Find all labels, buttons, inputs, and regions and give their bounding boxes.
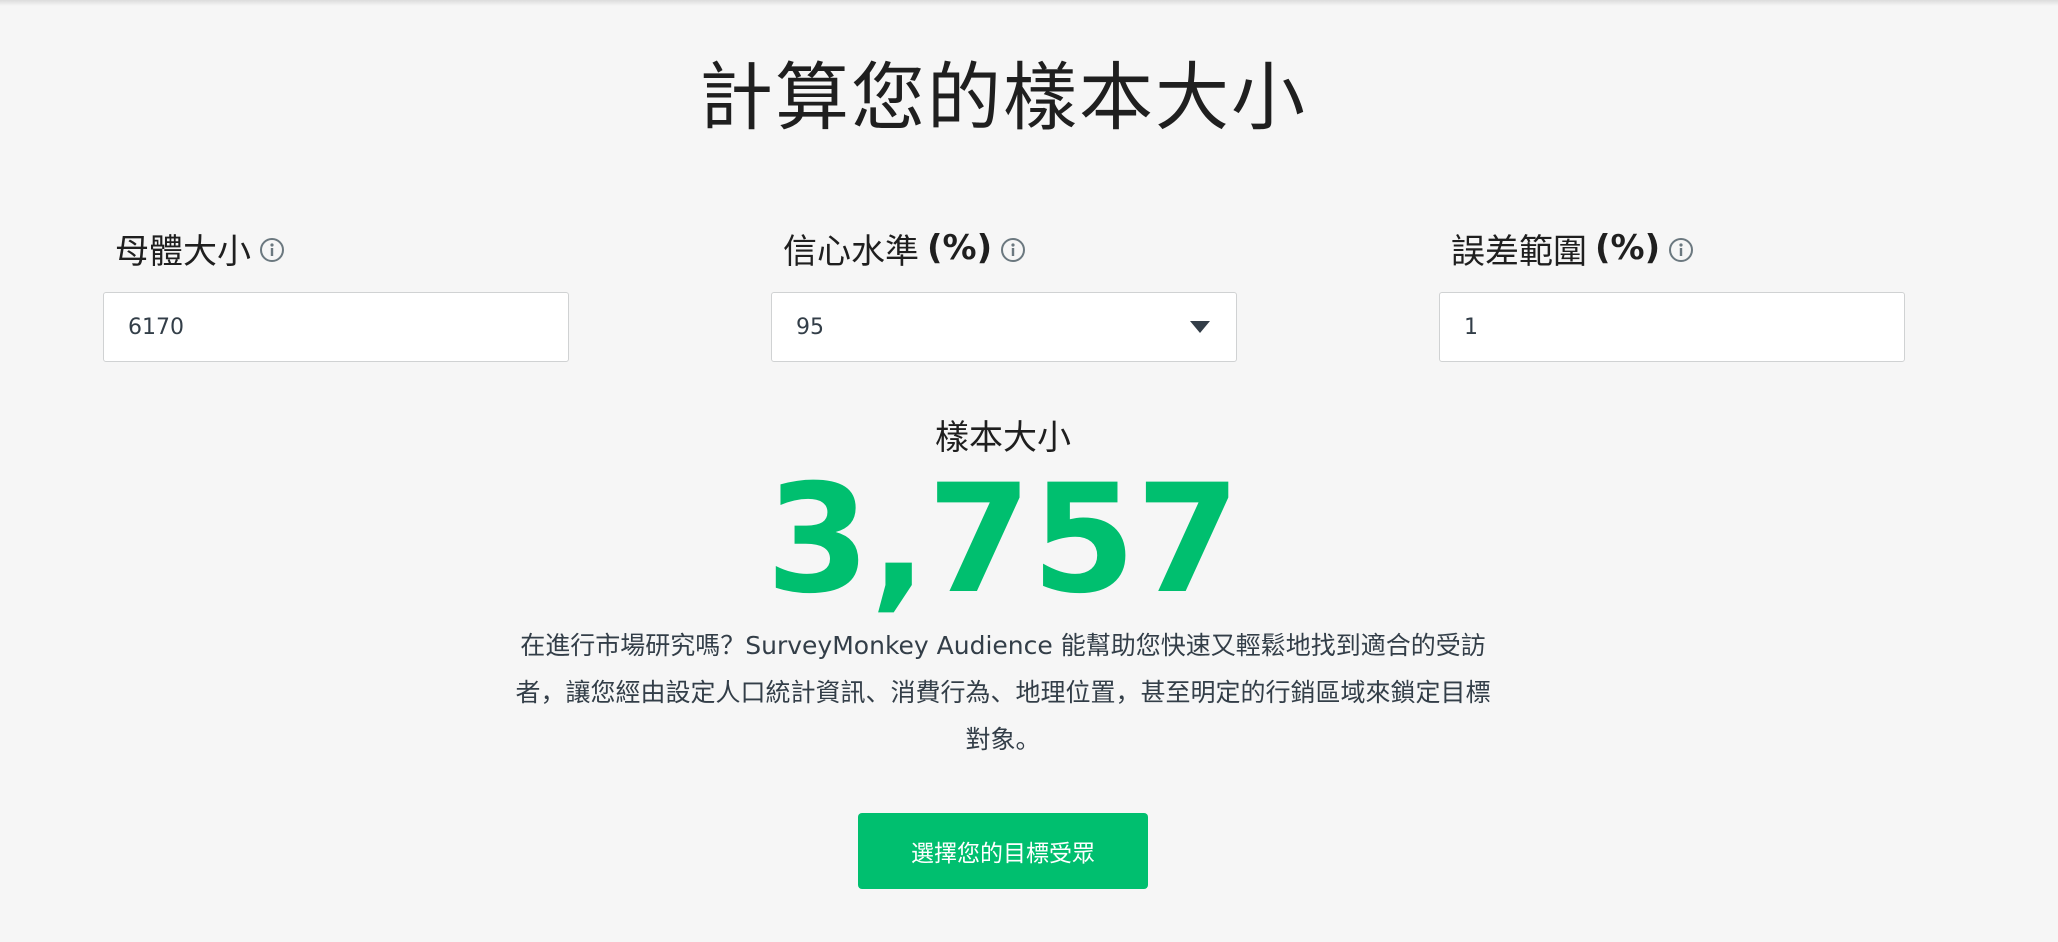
sample-size-label: 樣本大小 [935,418,1071,458]
confidence-label-text: 信心水準 [783,231,919,272]
population-label-text: 母體大小 [115,231,251,272]
confidence-unit: (%) [927,228,993,268]
confidence-field: 信心水準 (%) 95 [771,222,1237,362]
info-icon[interactable] [259,237,285,263]
info-icon[interactable] [1668,237,1694,263]
margin-input[interactable] [1440,293,1904,361]
population-field: 母體大小 [103,222,569,362]
margin-field: 誤差範圍 (%) [1439,222,1905,362]
population-input-box [103,292,569,362]
margin-label: 誤差範圍 (%) [1439,222,1905,274]
population-label: 母體大小 [103,222,569,274]
sample-size-calculator: 計算您的樣本大小 母體大小 信心水準 (%) 95 [0,0,2058,942]
margin-label-text: 誤差範圍 [1451,231,1587,272]
margin-unit: (%) [1595,228,1661,268]
margin-input-box [1439,292,1905,362]
audience-description: 在進行市場研究嗎？SurveyMonkey Audience 能幫助您快速又輕鬆… [515,631,1491,754]
population-input[interactable] [104,293,568,361]
confidence-selected-value: 95 [796,315,824,340]
info-icon[interactable] [1000,237,1026,263]
page-title: 計算您的樣本大小 [699,55,1307,141]
confidence-select[interactable]: 95 [771,292,1237,362]
confidence-label: 信心水準 (%) [771,222,1237,274]
caret-down-icon [1190,321,1210,333]
header-shadow [0,0,2058,6]
select-target-audience-button[interactable]: 選擇您的目標受眾 [858,813,1148,889]
sample-size-value: 3,757 [765,453,1241,627]
